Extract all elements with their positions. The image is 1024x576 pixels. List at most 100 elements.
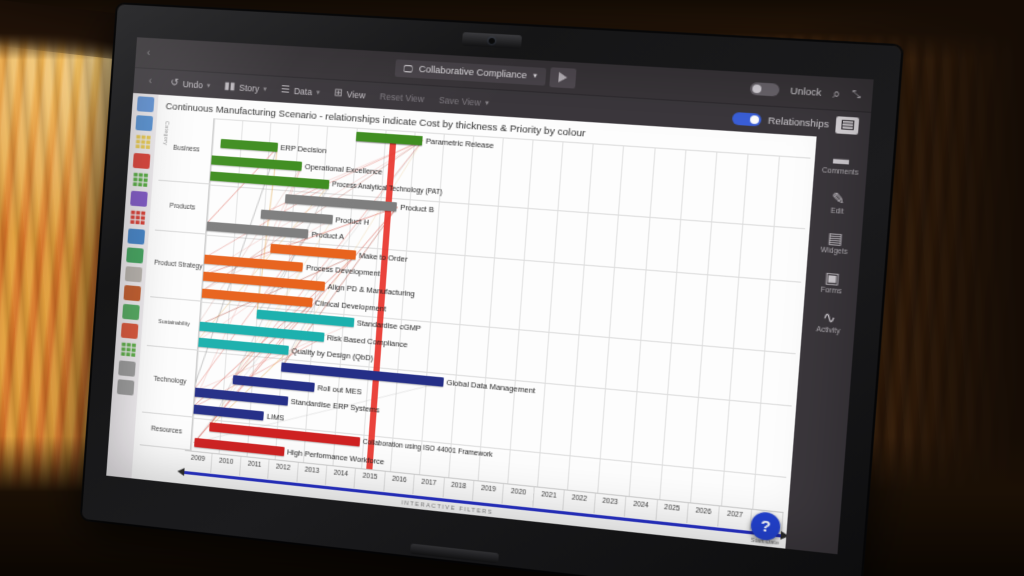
play-button[interactable] <box>549 66 577 89</box>
slider-handle-left[interactable] <box>177 467 185 476</box>
year-tick[interactable]: 2022 <box>563 490 596 514</box>
category-row-products[interactable]: Products <box>154 181 210 235</box>
clock-icon[interactable] <box>117 360 136 377</box>
chevron-down-icon: ▾ <box>315 88 320 97</box>
grid-red-icon[interactable] <box>128 210 146 226</box>
scales-icon[interactable] <box>122 284 141 302</box>
unlock-toggle[interactable] <box>749 82 780 97</box>
project-name: Collaborative Compliance <box>418 63 528 81</box>
data-icon: ☰ <box>280 84 291 96</box>
board-icon: 🖵 <box>403 62 414 74</box>
year-tick[interactable]: 2016 <box>384 471 416 495</box>
year-tick[interactable]: 2017 <box>413 474 445 498</box>
pencil-icon: ✎ <box>830 189 846 208</box>
comment-icon: ▬ <box>832 149 850 168</box>
reset-view-button[interactable]: Reset View <box>380 91 425 104</box>
activity-pulse-icon: ∿ <box>821 308 837 327</box>
chevron-down-icon: ▾ <box>532 72 538 81</box>
screen-body: Continuous Manufacturing Scenario - rela… <box>106 92 870 555</box>
plus-icon[interactable] <box>116 379 134 396</box>
year-tick[interactable]: 2019 <box>473 480 505 504</box>
search-icon[interactable]: ⌕ <box>832 85 841 102</box>
frame-red-icon[interactable] <box>120 322 138 340</box>
undo-icon: ↺ <box>170 77 180 89</box>
grid-green-icon[interactable] <box>131 172 149 188</box>
rail-item-label: Widgets <box>820 246 849 257</box>
year-tick[interactable]: 2014 <box>325 465 357 489</box>
category-row-business[interactable]: Business <box>158 114 215 185</box>
rail-item-widgets[interactable]: ▤ Widgets <box>820 229 849 256</box>
save-view-label: Save View <box>438 94 482 108</box>
back-icon[interactable]: ‹ <box>141 47 155 60</box>
grid-multi-icon[interactable] <box>119 341 137 357</box>
layers-icon: ▤ <box>827 228 844 248</box>
screen: ‹ 🖵 Collaborative Compliance ▾ Unlock ⌕ … <box>106 37 874 555</box>
app-bar-right: Unlock ⌕ ⤡ <box>749 80 866 103</box>
network-icon[interactable] <box>124 266 142 283</box>
view-grid-icon: ⊞ <box>333 87 344 100</box>
toolbar-back-icon[interactable]: ‹ <box>143 76 157 88</box>
reset-view-label: Reset View <box>379 90 425 104</box>
collapse-icon[interactable]: ⤡ <box>851 89 861 101</box>
story-label: Story <box>238 82 260 94</box>
view-label: View <box>346 88 366 101</box>
people-icon[interactable] <box>134 115 153 132</box>
play-icon <box>557 71 568 83</box>
undo-label: Undo <box>182 78 204 90</box>
undo-button[interactable]: ↺ Undo ▾ <box>170 77 211 90</box>
category-row-technology[interactable]: Technology <box>142 346 198 418</box>
category-row-product-strategy[interactable]: Product Strategy <box>150 230 207 302</box>
rail-item-activity[interactable]: ∿ Activity <box>815 308 842 336</box>
home-icon[interactable] <box>136 96 154 113</box>
year-tick[interactable]: 2023 <box>594 493 627 517</box>
relationships-toggle[interactable] <box>731 111 762 126</box>
project-selector[interactable]: 🖵 Collaborative Compliance ▾ <box>394 58 547 86</box>
television: ‹ 🖵 Collaborative Compliance ▾ Unlock ⌕ … <box>81 4 902 576</box>
chevron-down-icon: ▾ <box>484 99 490 107</box>
tv-bezel: ‹ 🖵 Collaborative Compliance ▾ Unlock ⌕ … <box>81 4 902 576</box>
story-button[interactable]: ▮▮ Story ▾ <box>224 81 267 95</box>
year-tick[interactable]: 2015 <box>354 468 386 492</box>
table-blue-icon[interactable] <box>126 228 145 245</box>
tv-camera <box>461 32 523 49</box>
clipboard-green-icon[interactable] <box>121 303 140 321</box>
year-tick[interactable]: 2025 <box>656 499 689 524</box>
gantt-plot: LaunchParametric ReleaseERP DecisionOper… <box>190 118 811 512</box>
year-tick[interactable]: 2021 <box>533 487 566 511</box>
story-icon: ▮▮ <box>223 80 236 93</box>
rail-item-comments[interactable]: ▬ Comments <box>822 149 860 177</box>
rail-item-label: Edit <box>830 207 844 216</box>
year-tick[interactable]: 2013 <box>297 462 328 485</box>
data-button[interactable]: ☰ Data ▾ <box>280 84 320 98</box>
year-tick[interactable]: 2010 <box>211 453 242 476</box>
year-tick[interactable]: 2024 <box>625 496 658 520</box>
chart-green-icon[interactable] <box>125 247 144 264</box>
category-label: Product Strategy <box>153 259 203 271</box>
rail-item-forms[interactable]: ▣ Forms <box>820 269 843 296</box>
year-tick[interactable]: 2018 <box>443 477 475 501</box>
grid-yellow-icon[interactable] <box>134 134 152 150</box>
year-tick[interactable]: 2027 <box>718 506 752 530</box>
gantt-bar-label: LIMS <box>266 411 285 423</box>
category-label: Products <box>169 202 196 212</box>
save-view-button[interactable]: Save View ▾ <box>439 94 490 107</box>
category-row-sustainability[interactable]: Sustainability <box>146 296 202 352</box>
category-label: Resources <box>150 425 183 436</box>
canvas: Continuous Manufacturing Scenario - rela… <box>131 94 817 549</box>
data-label: Data <box>293 85 313 97</box>
form-purple-icon[interactable] <box>129 190 148 207</box>
rail-item-edit[interactable]: ✎ Edit <box>830 189 846 216</box>
view-button[interactable]: ⊞ View <box>334 87 366 100</box>
relationships-label: Relationships <box>767 114 830 130</box>
panel-toggle-icon[interactable] <box>835 115 860 135</box>
rail-item-label: Activity <box>815 325 841 336</box>
year-tick[interactable]: 2012 <box>268 459 299 482</box>
category-row-resources[interactable]: Resources <box>139 412 194 451</box>
year-tick[interactable]: 2020 <box>503 484 535 507</box>
year-tick[interactable]: 2026 <box>687 503 721 527</box>
chevron-down-icon: ▾ <box>206 82 211 90</box>
year-tick[interactable]: 2011 <box>239 456 270 479</box>
cube-red-icon[interactable] <box>132 152 150 170</box>
year-tick[interactable]: 2009 <box>183 450 213 473</box>
rail-item-label: Forms <box>820 286 843 296</box>
